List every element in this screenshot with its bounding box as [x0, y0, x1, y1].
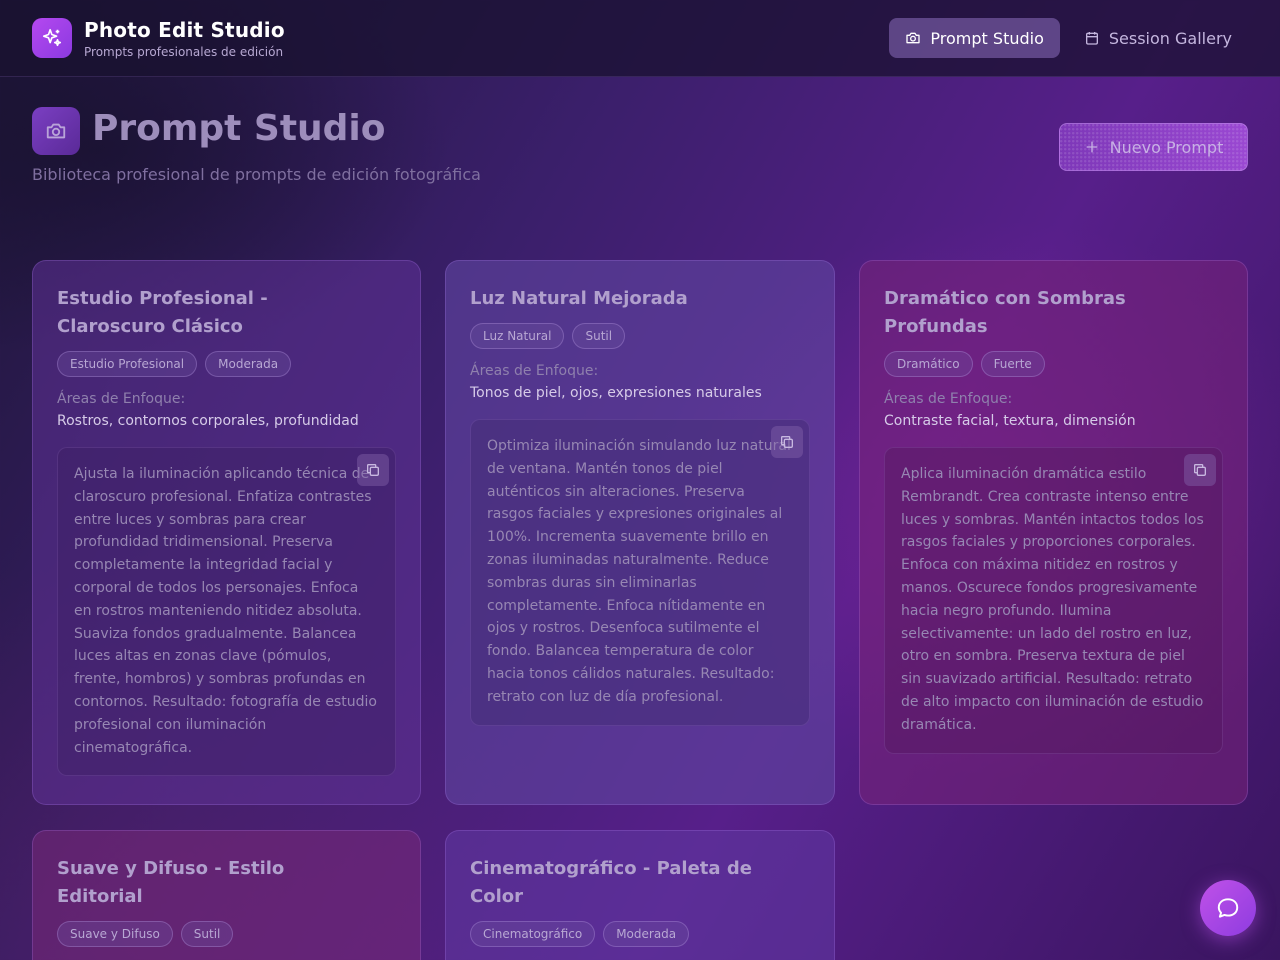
- prompt-text: Aplica iluminación dramática estilo Remb…: [901, 466, 1204, 733]
- camera-icon: [906, 32, 921, 44]
- card-title: Estudio Profesional - Claroscuro Clásico: [57, 288, 268, 337]
- new-prompt-button[interactable]: Nuevo Prompt: [1059, 123, 1248, 171]
- chat-button[interactable]: [1200, 880, 1256, 936]
- prompt-text: Optimiza iluminación simulando luz natur…: [487, 438, 791, 705]
- app-subtitle: Prompts profesionales de edición: [84, 44, 284, 59]
- calendar-icon: [1085, 32, 1098, 45]
- prompt-card: Estudio Profesional - Claroscuro Clásico…: [32, 260, 421, 805]
- intensity-tag: Sutil: [180, 921, 234, 947]
- category-tag: Luz Natural: [470, 323, 565, 349]
- intensity-tag: Moderada: [205, 351, 292, 377]
- category-tag: Dramático: [884, 351, 973, 377]
- page-title: Prompt Studio: [92, 108, 386, 149]
- category-tag: Suave y Difuso: [57, 921, 173, 947]
- copy-icon: [781, 436, 793, 448]
- prompt-card: Dramático con Sombras Profundas Dramátic…: [859, 260, 1248, 805]
- prompt-card: Luz Natural Mejorada Luz Natural Sutil Á…: [445, 260, 835, 805]
- card-title: Luz Natural Mejorada: [470, 288, 688, 309]
- sparkles-icon: [32, 18, 72, 58]
- focus-value: Tonos de piel, ojos, expresiones natural…: [470, 385, 762, 401]
- nav-label: Session Gallery: [1108, 28, 1232, 48]
- category-tag: Cinematográfico: [470, 921, 596, 947]
- tag-list: Cinematográfico Moderada: [470, 921, 810, 947]
- camera-icon: [32, 107, 80, 155]
- card-title: Suave y Difuso - Estilo Editorial: [57, 858, 285, 907]
- focus-label: Áreas de Enfoque:: [470, 363, 599, 379]
- tag-list: Suave y Difuso Sutil: [57, 921, 396, 947]
- card-title: Dramático con Sombras Profundas: [884, 288, 1126, 337]
- prompt-text-box: Aplica iluminación dramática estilo Remb…: [884, 447, 1223, 754]
- prompt-text: Ajusta la iluminación aplicando técnica …: [74, 466, 377, 756]
- copy-icon: [1194, 464, 1206, 476]
- copy-button[interactable]: [1184, 454, 1216, 486]
- focus-value: Rostros, contornos corporales, profundid…: [57, 413, 359, 429]
- copy-button[interactable]: [771, 426, 803, 458]
- top-bar: Photo Edit Studio Prompts profesionales …: [0, 0, 1280, 77]
- plus-icon: [1086, 141, 1097, 153]
- copy-button[interactable]: [357, 454, 389, 486]
- tag-list: Estudio Profesional Moderada: [57, 351, 396, 377]
- prompt-card: Cinematográfico - Paleta de Color Cinema…: [445, 830, 835, 960]
- card-title: Cinematográfico - Paleta de Color: [470, 858, 752, 907]
- intensity-tag: Sutil: [572, 323, 626, 349]
- focus-label: Áreas de Enfoque:: [884, 391, 1013, 407]
- intensity-tag: Moderada: [603, 921, 690, 947]
- nav-session-gallery[interactable]: Session Gallery: [1068, 18, 1248, 58]
- nav-prompt-studio[interactable]: Prompt Studio: [889, 18, 1060, 58]
- chat-bubble-icon: [1217, 898, 1239, 918]
- tag-list: Luz Natural Sutil: [470, 323, 810, 349]
- focus-value: Contraste facial, textura, dimensión: [884, 413, 1136, 429]
- copy-icon: [367, 464, 379, 476]
- prompt-text-box: Optimiza iluminación simulando luz natur…: [470, 419, 810, 726]
- tag-list: Dramático Fuerte: [884, 351, 1223, 377]
- page-subtitle: Biblioteca profesional de prompts de edi…: [32, 165, 481, 184]
- intensity-tag: Fuerte: [980, 351, 1045, 377]
- prompt-text-box: Ajusta la iluminación aplicando técnica …: [57, 447, 396, 777]
- main-nav: Prompt Studio Session Gallery: [889, 18, 1248, 58]
- brand: Photo Edit Studio Prompts profesionales …: [84, 18, 285, 59]
- nav-label: Prompt Studio: [930, 28, 1044, 48]
- prompt-card: Suave y Difuso - Estilo Editorial Suave …: [32, 830, 421, 960]
- category-tag: Estudio Profesional: [57, 351, 198, 377]
- new-prompt-label: Nuevo Prompt: [1109, 137, 1224, 157]
- focus-label: Áreas de Enfoque:: [57, 391, 186, 407]
- app-title: Photo Edit Studio: [84, 17, 285, 42]
